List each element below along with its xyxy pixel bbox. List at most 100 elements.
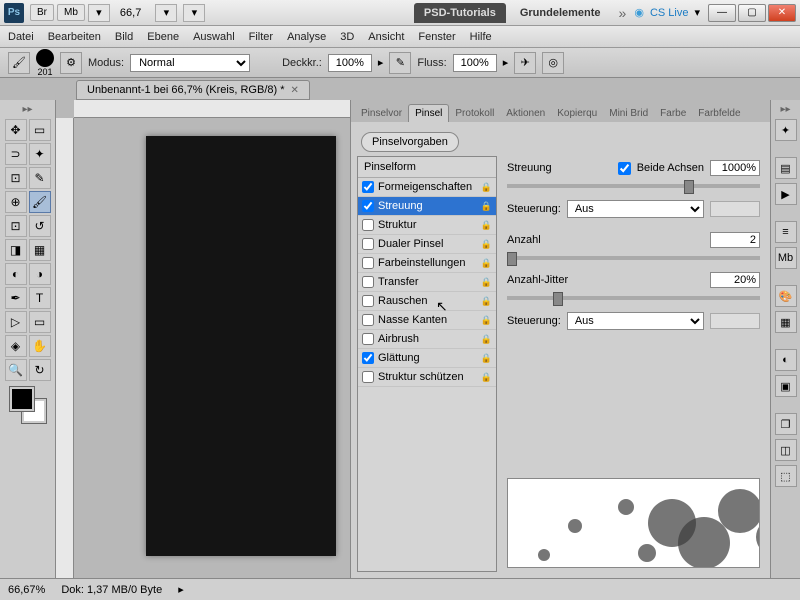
brush-tool[interactable]: 🖌 [29, 191, 51, 213]
brush-presets-button[interactable]: Pinselvorgaben [361, 132, 459, 152]
scatter-control-select[interactable]: Aus [567, 200, 704, 218]
menu-select[interactable]: Auswahl [193, 31, 235, 43]
dock-adjust-icon[interactable]: ◐ [775, 349, 797, 371]
tab-swatches[interactable]: Farbfelde [692, 105, 746, 122]
shape-item[interactable]: Streuung🔒 [358, 197, 496, 216]
more-workspaces[interactable]: » [611, 5, 635, 21]
flow-input[interactable] [453, 54, 497, 72]
screen-mode[interactable]: ▾ [183, 4, 205, 22]
tool-preset-picker[interactable]: 🖌 [8, 52, 30, 74]
brush-panel-toggle[interactable]: ⚙ [60, 52, 82, 74]
lock-icon[interactable]: 🔒 [481, 201, 492, 212]
dock-swatches-icon[interactable]: ▦ [775, 311, 797, 333]
status-zoom[interactable]: 66,67% [8, 584, 45, 596]
opacity-dropdown[interactable]: ▸ [378, 56, 384, 69]
shape-item[interactable]: Struktur schützen🔒 [358, 368, 496, 387]
history-brush-tool[interactable]: ↺ [29, 215, 51, 237]
shape-item[interactable]: Rauschen🔒 [358, 292, 496, 311]
dock-channels-icon[interactable]: ◫ [775, 439, 797, 461]
airbrush-icon[interactable]: ✈ [514, 52, 536, 74]
view-dropdown[interactable]: ▾ [155, 4, 177, 22]
both-axes-checkbox[interactable] [618, 162, 631, 175]
eyedropper-tool[interactable]: ✎ [29, 167, 51, 189]
cs-live-dropdown[interactable]: ▾ [694, 6, 700, 19]
eraser-tool[interactable]: ◨ [5, 239, 27, 261]
3d-tool[interactable]: ◈ [5, 335, 27, 357]
heal-tool[interactable]: ⊕ [5, 191, 27, 213]
workspace-tab[interactable]: Grundelemente [510, 3, 611, 23]
tab-brush[interactable]: Pinsel [408, 104, 449, 122]
ruler-vertical[interactable] [56, 118, 74, 578]
menu-edit[interactable]: Bearbeiten [48, 31, 101, 43]
mode-select[interactable]: Normal [130, 54, 250, 72]
shape-checkbox[interactable] [362, 257, 374, 269]
lock-icon[interactable]: 🔒 [481, 220, 492, 231]
scatter-slider[interactable] [507, 184, 760, 188]
shape-checkbox[interactable] [362, 371, 374, 383]
jitter-control-select[interactable]: Aus [567, 312, 704, 330]
hand-tool[interactable]: ✋ [29, 335, 51, 357]
shape-item[interactable]: Nasse Kanten🔒 [358, 311, 496, 330]
count-jitter-input[interactable] [710, 272, 760, 288]
tab-presets[interactable]: Pinselvor [355, 105, 408, 122]
opacity-pressure-icon[interactable]: ✎ [389, 52, 411, 74]
shape-checkbox[interactable] [362, 295, 374, 307]
menu-view[interactable]: Ansicht [368, 31, 404, 43]
tab-history[interactable]: Protokoll [449, 105, 500, 122]
shape-checkbox[interactable] [362, 238, 374, 250]
menu-filter[interactable]: Filter [249, 31, 273, 43]
menu-3d[interactable]: 3D [340, 31, 354, 43]
minimize-button[interactable]: — [708, 4, 736, 22]
shape-item[interactable]: Transfer🔒 [358, 273, 496, 292]
count-slider[interactable] [507, 256, 760, 260]
lock-icon[interactable]: 🔒 [481, 372, 492, 383]
shape-checkbox[interactable] [362, 352, 374, 364]
foreground-swatch[interactable] [10, 387, 34, 411]
menu-file[interactable]: Datei [8, 31, 34, 43]
status-dropdown[interactable]: ▸ [178, 583, 184, 596]
shape-item[interactable]: Struktur🔒 [358, 216, 496, 235]
lock-icon[interactable]: 🔒 [481, 334, 492, 345]
shape-checkbox[interactable] [362, 314, 374, 326]
lock-icon[interactable]: 🔒 [481, 182, 492, 193]
maximize-button[interactable]: ▢ [738, 4, 766, 22]
brush-preview-icon[interactable] [36, 49, 54, 67]
bridge-button[interactable]: Br [30, 4, 54, 21]
tab-actions[interactable]: Aktionen [500, 105, 551, 122]
dock-history-icon[interactable]: ≡ [775, 221, 797, 243]
document-tab-close[interactable]: ✕ [291, 85, 299, 96]
lock-icon[interactable]: 🔒 [481, 353, 492, 364]
shape-tool[interactable]: ▭ [29, 311, 51, 333]
document-tab[interactable]: Unbenannt-1 bei 66,7% (Kreis, RGB/8) * ✕ [76, 80, 310, 100]
tab-color[interactable]: Farbe [654, 105, 692, 122]
lock-icon[interactable]: 🔒 [481, 315, 492, 326]
count-jitter-slider[interactable] [507, 296, 760, 300]
move-tool[interactable]: ✥ [5, 119, 27, 141]
shape-item[interactable]: Airbrush🔒 [358, 330, 496, 349]
shape-checkbox[interactable] [362, 181, 374, 193]
shape-checkbox[interactable] [362, 200, 374, 212]
stamp-tool[interactable]: ⊡ [5, 215, 27, 237]
lock-icon[interactable]: 🔒 [481, 296, 492, 307]
shape-item[interactable]: Glättung🔒 [358, 349, 496, 368]
marquee-tool[interactable]: ▭ [29, 119, 51, 141]
zoom-tool[interactable]: 🔍 [5, 359, 27, 381]
color-swatches[interactable] [10, 387, 46, 423]
close-button[interactable]: ✕ [768, 4, 796, 22]
tab-clone[interactable]: Kopierqu [551, 105, 603, 122]
dock-layers-icon[interactable]: ❐ [775, 413, 797, 435]
crop-tool[interactable]: ⊡ [5, 167, 27, 189]
dodge-tool[interactable]: ◑ [29, 263, 51, 285]
gradient-tool[interactable]: ▦ [29, 239, 51, 261]
menu-help[interactable]: Hilfe [470, 31, 492, 43]
scatter-value-input[interactable] [710, 160, 760, 176]
status-doc[interactable]: Dok: 1,37 MB/0 Byte [61, 584, 162, 596]
rotate-tool[interactable]: ↻ [29, 359, 51, 381]
tablet-pressure-icon[interactable]: ◎ [542, 52, 564, 74]
dock-paths-icon[interactable]: ⬚ [775, 465, 797, 487]
shape-item[interactable]: Farbeinstellungen🔒 [358, 254, 496, 273]
shape-checkbox[interactable] [362, 219, 374, 231]
workspace-tab-active[interactable]: PSD-Tutorials [414, 3, 506, 23]
layout-dropdown[interactable]: ▾ [88, 4, 110, 22]
pen-tool[interactable]: ✒ [5, 287, 27, 309]
